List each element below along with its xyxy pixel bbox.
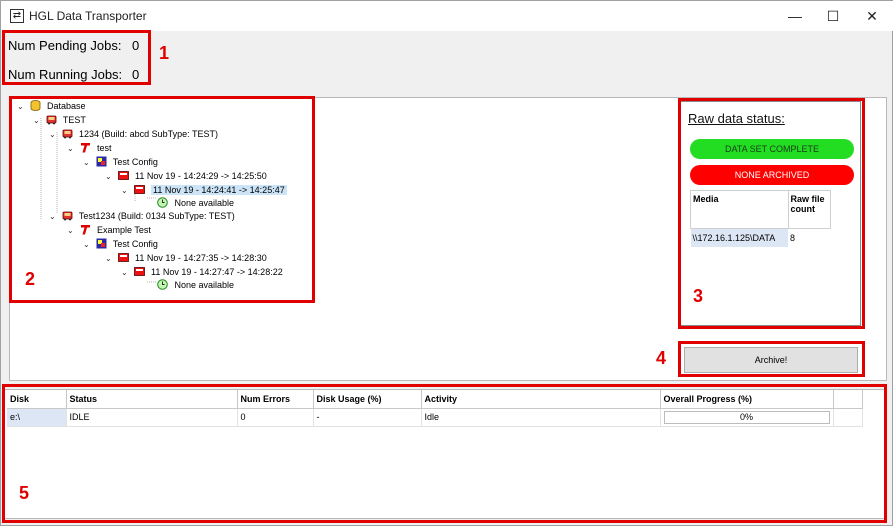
close-button[interactable]: ✕ xyxy=(849,1,893,31)
annotation-box-4 xyxy=(678,341,865,377)
title-bar: ⇄ HGL Data Transporter — ☐ ✕ xyxy=(1,1,893,31)
annotation-box-3 xyxy=(678,98,865,329)
app-window: ⇄ HGL Data Transporter — ☐ ✕ Num Pending… xyxy=(0,0,893,526)
annotation-number-5: 5 xyxy=(19,483,30,503)
annotation-number-3: 3 xyxy=(693,286,704,306)
annotation-box-2 xyxy=(9,96,315,303)
annotation-number-1: 1 xyxy=(159,43,170,63)
annotation-box-1 xyxy=(2,30,151,85)
annotation-box-5 xyxy=(2,384,887,523)
annotation-number-2: 2 xyxy=(25,269,36,289)
window-title: HGL Data Transporter xyxy=(29,9,147,23)
app-icon: ⇄ xyxy=(10,9,24,23)
annotation-number-4: 4 xyxy=(656,348,667,368)
